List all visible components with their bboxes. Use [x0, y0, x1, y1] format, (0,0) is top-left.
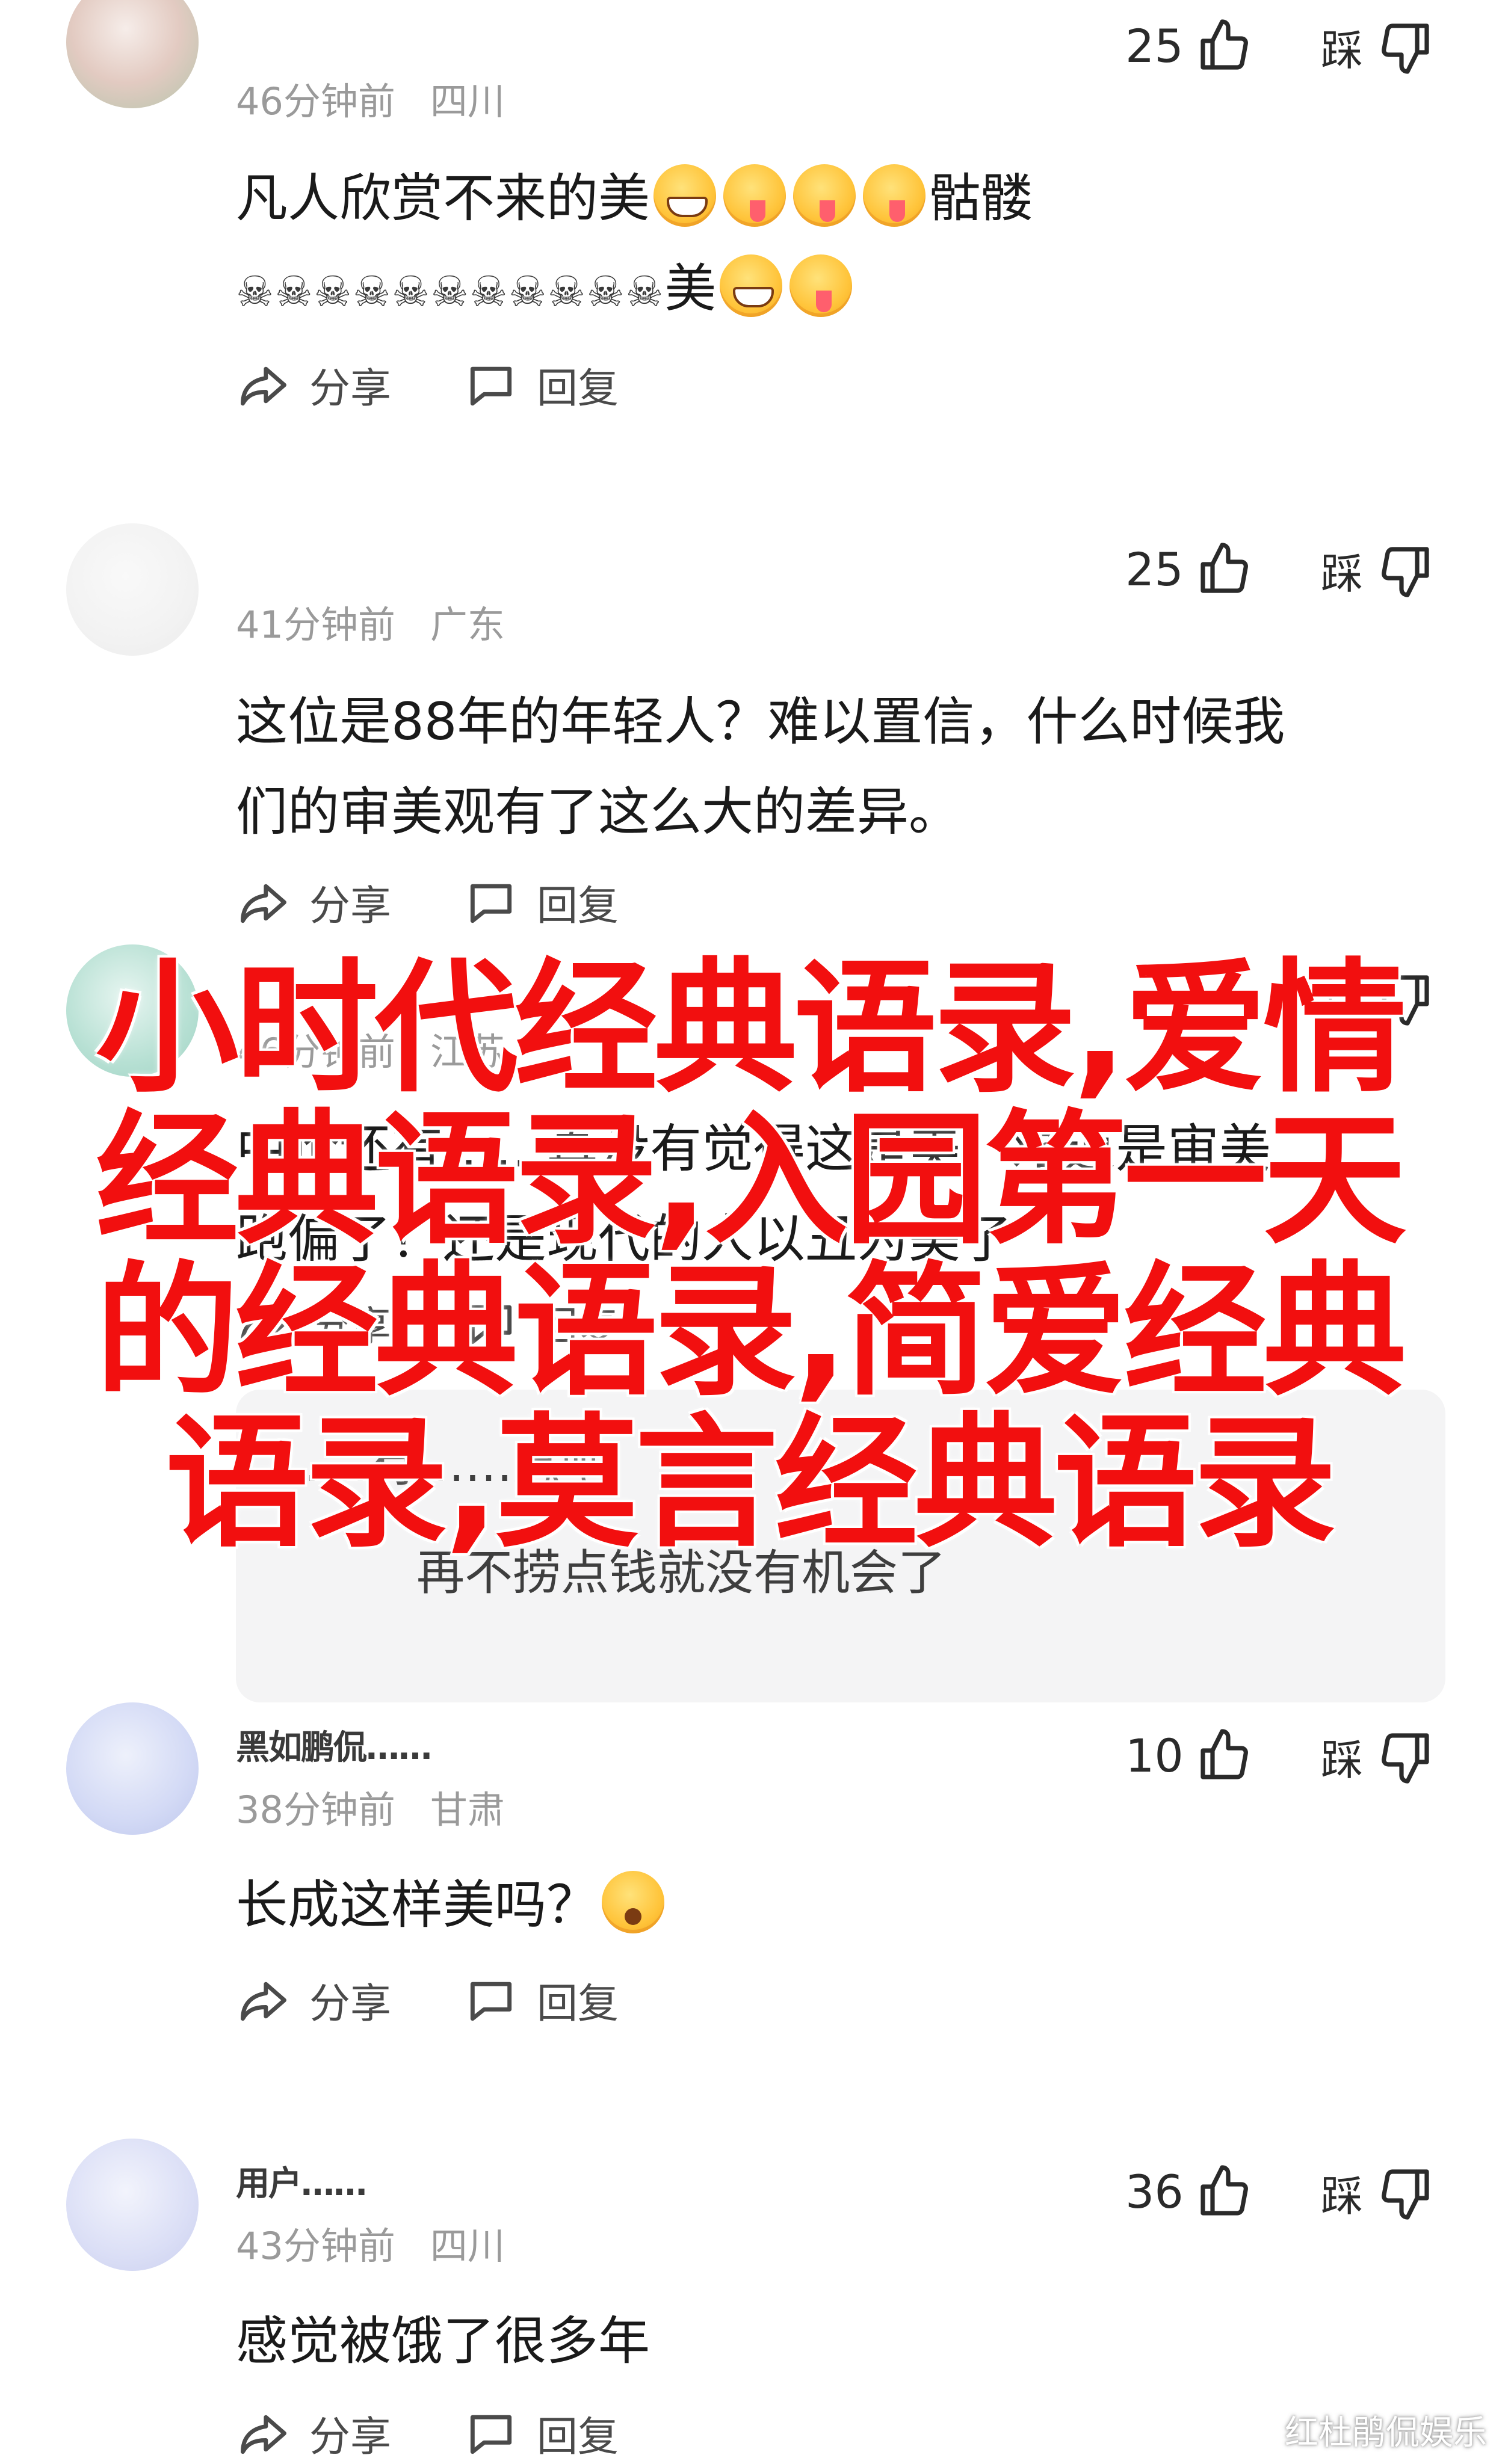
avatar[interactable]	[66, 0, 199, 108]
share-icon	[241, 1982, 286, 2021]
share-label: 分享	[309, 882, 392, 930]
comment-line: 长成这样美吗？	[236, 1860, 1451, 1950]
thumbs-up-icon	[1200, 2165, 1248, 2216]
overlay-line: 的经典语录,简爱经典	[95, 1249, 1406, 1415]
avatar[interactable]	[66, 523, 199, 656]
comment-feed: 25 踩 46分钟前 四川 凡人欣赏不来的美 骷髅 ☠☠☠☠☠☠☠☠☠☠☠美 分享 …	[0, 0, 1511, 2464]
comment-line-text: 凡人欣赏不来的美	[236, 168, 650, 229]
tongue-wink-emoji-icon	[863, 164, 925, 227]
overlay-headline: 小时代经典语录,爱情 经典语录,入园第一天 的经典语录,简爱经典 语录,莫言经典…	[57, 953, 1441, 1560]
comment-location: 甘肃	[430, 1788, 505, 1832]
share-label: 分享	[309, 365, 392, 413]
thumbs-up-icon	[1200, 543, 1248, 593]
username[interactable]: 用户……	[236, 2157, 367, 2205]
comment-time: 46分钟前	[236, 79, 395, 123]
dislike-label: 踩	[1321, 1736, 1363, 1785]
comment-time: 38分钟前	[236, 1788, 395, 1832]
comment-icon	[470, 1982, 512, 2021]
comment-text: 感觉被饿了很多年	[236, 2296, 1451, 2386]
comment-location: 广东	[430, 603, 505, 647]
comment-time: 43分钟前	[236, 2224, 395, 2268]
share-icon	[241, 2415, 286, 2454]
grin-emoji-icon	[720, 254, 783, 317]
overlay-line: 语录,莫言经典语录	[165, 1400, 1336, 1567]
share-button[interactable]: 分享	[236, 1970, 391, 2030]
dislike-button[interactable]: 踩	[1321, 2163, 1434, 2223]
tongue-wink-emoji-icon	[723, 164, 786, 227]
comment-line-text: 美	[664, 259, 717, 319]
like-button[interactable]: 10	[1125, 1726, 1253, 1784]
thumbs-up-icon	[1200, 1729, 1248, 1779]
comment-line: 感觉被饿了很多年	[236, 2311, 650, 2371]
dislike-label: 踩	[1321, 2172, 1363, 2221]
comment-line: 这位是88年的年轻人？难以置信，什么时候我	[236, 692, 1285, 752]
thumbs-down-icon	[1382, 2169, 1429, 2220]
dislike-button[interactable]: 踩	[1321, 540, 1434, 601]
like-button[interactable]: 36	[1125, 2163, 1253, 2220]
comment-meta: 43分钟前 四川	[236, 2216, 505, 2270]
comment-meta: 46分钟前 四川	[236, 71, 505, 125]
comment-time: 41分钟前	[236, 603, 395, 647]
watermark: 红杜鹃侃娱乐	[1285, 2413, 1487, 2453]
avatar[interactable]	[66, 1702, 199, 1835]
comment-text: 长成这样美吗？	[236, 1860, 1451, 1950]
like-count: 36	[1125, 2164, 1184, 2219]
reply-button[interactable]: 回复	[463, 2403, 619, 2463]
comment-line: 凡人欣赏不来的美 骷髅	[236, 153, 1451, 244]
share-icon	[241, 366, 286, 405]
reply-label: 回复	[537, 882, 619, 930]
comment-line: 们的审美观有了这么大的差异。	[236, 782, 960, 842]
reply-button[interactable]: 回复	[463, 1970, 619, 2030]
reply-label: 回复	[537, 2413, 619, 2461]
thumbs-down-icon	[1382, 546, 1429, 597]
share-label: 分享	[309, 2413, 392, 2461]
overlay-line: 经典语录,入园第一天	[95, 1097, 1406, 1264]
comment-actions: 分享 回复	[236, 872, 691, 932]
username[interactable]: 黑如鹏侃……	[236, 1720, 432, 1769]
tongue-wink-emoji-icon	[793, 164, 856, 227]
share-button[interactable]: 分享	[236, 872, 391, 932]
like-count: 10	[1125, 1728, 1184, 1782]
comment-icon	[470, 2415, 512, 2454]
reply-label: 回复	[537, 365, 619, 413]
like-count: 25	[1125, 19, 1184, 73]
dislike-button[interactable]: 踩	[1321, 1726, 1434, 1787]
comment-location: 四川	[430, 79, 505, 123]
share-button[interactable]: 分享	[236, 2403, 391, 2463]
overlay-line: 小时代经典语录,爱情	[95, 946, 1406, 1112]
dislike-button[interactable]: 踩	[1321, 17, 1434, 78]
dislike-label: 踩	[1321, 26, 1363, 75]
comment-icon	[470, 884, 512, 923]
reply-button[interactable]: 回复	[463, 355, 619, 414]
comment-meta: 41分钟前 广东	[236, 594, 505, 648]
like-button[interactable]: 25	[1125, 540, 1253, 598]
dislike-label: 踩	[1321, 549, 1363, 599]
reply-label: 回复	[537, 1980, 619, 2028]
thumbs-down-icon	[1382, 23, 1429, 74]
comment-actions: 分享 回复	[236, 355, 691, 414]
comment-location: 四川	[430, 2224, 505, 2268]
tongue-wink-emoji-icon	[789, 254, 853, 317]
comment-text: 凡人欣赏不来的美 骷髅 ☠☠☠☠☠☠☠☠☠☠☠美	[236, 153, 1451, 337]
like-button[interactable]: 25	[1125, 17, 1253, 75]
comment-icon	[470, 366, 512, 405]
reply-button[interactable]: 回复	[463, 872, 619, 932]
comment-meta: 38分钟前 甘肃	[236, 1779, 505, 1834]
comment-actions: 分享 回复	[236, 2403, 691, 2463]
avatar[interactable]	[66, 2139, 199, 2271]
grin-emoji-icon	[654, 164, 716, 227]
share-icon	[241, 884, 286, 923]
like-count: 25	[1125, 542, 1184, 596]
thumbs-up-icon	[1200, 19, 1248, 70]
comment-line-text: 骷髅	[929, 168, 1033, 229]
skull-emoji-row: ☠☠☠☠☠☠☠☠☠☠☠	[236, 267, 665, 316]
share-label: 分享	[309, 1980, 392, 2028]
share-button[interactable]: 分享	[236, 355, 391, 414]
comment-line: ☠☠☠☠☠☠☠☠☠☠☠美	[236, 244, 1451, 337]
thumbs-down-icon	[1382, 1732, 1429, 1784]
comment-line-text: 长成这样美吗？	[236, 1875, 598, 1935]
comment-text: 这位是88年的年轻人？难以置信，什么时候我 们的审美观有了这么大的差异。	[236, 677, 1451, 857]
shocked-emoji-icon	[602, 1871, 664, 1933]
comment-actions: 分享 回复	[236, 1970, 691, 2030]
